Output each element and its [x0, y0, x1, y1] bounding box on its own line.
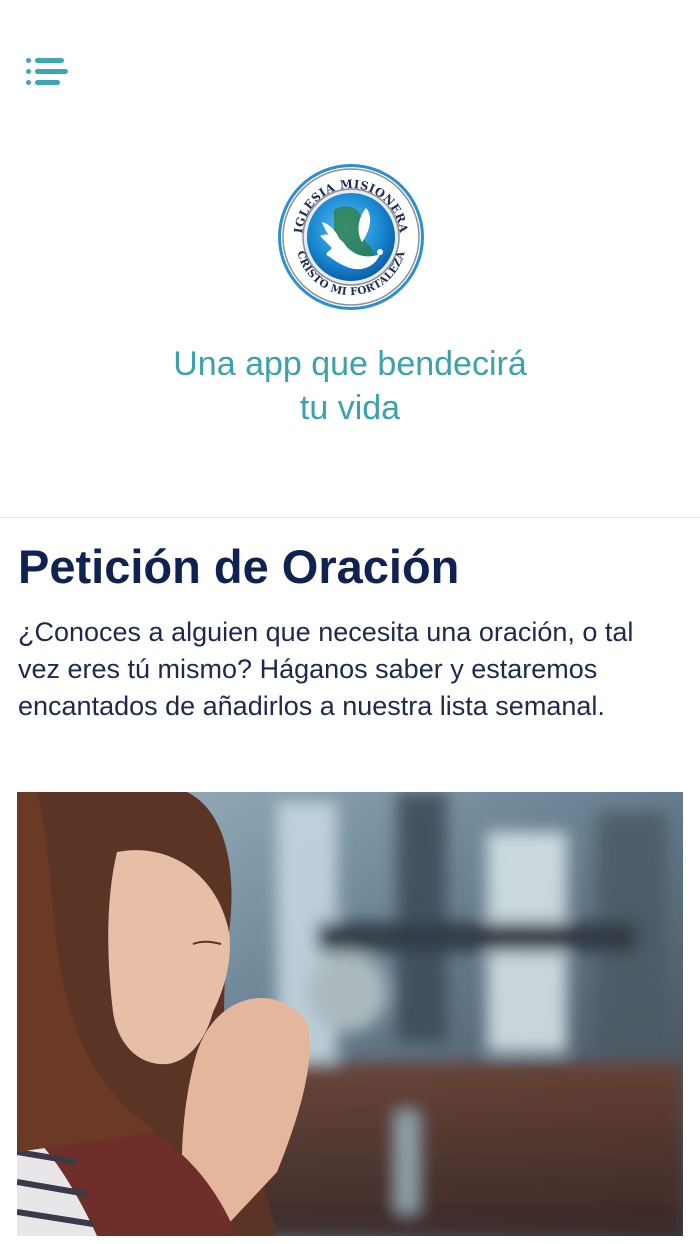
section-description: ¿Conoces a alguien que necesita una orac… — [18, 617, 634, 721]
section-title: Petición de Oración — [18, 540, 460, 593]
hamburger-menu-icon[interactable] — [26, 56, 68, 88]
tagline-line-2: tu vida — [299, 389, 401, 427]
app-tagline: Una app que bendecirá tu vida — [0, 342, 700, 430]
church-logo: IGLESIA MISIONERA CRISTO MI FORTALEZA — [278, 164, 424, 310]
app-header: IGLESIA MISIONERA CRISTO MI FORTALEZA Un… — [0, 0, 700, 518]
tagline-line-1: Una app que bendecirá — [173, 345, 527, 383]
woman-praying-photo — [17, 792, 683, 1236]
